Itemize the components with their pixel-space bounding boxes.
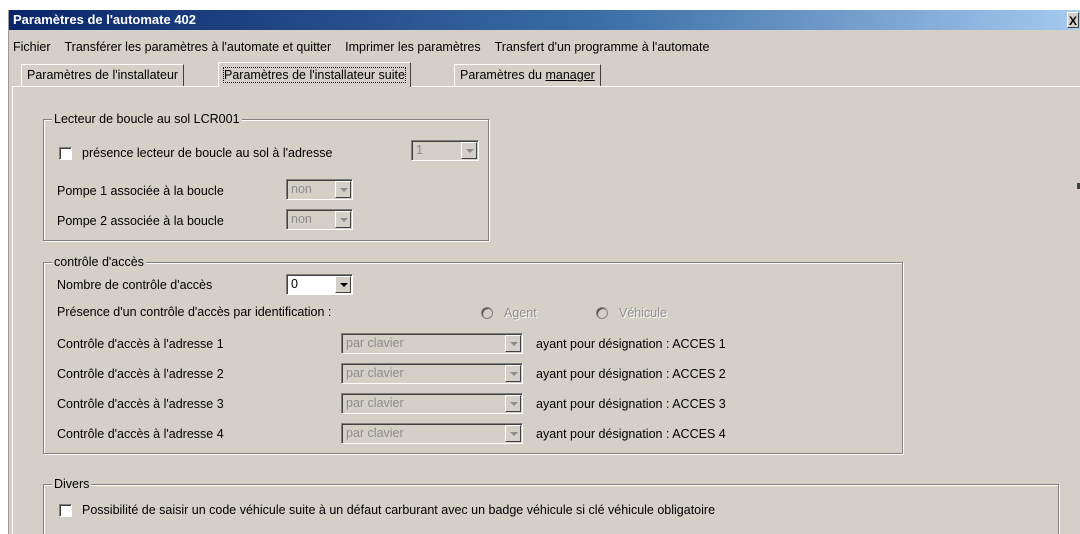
menu-transfer-program[interactable]: Transfert d'un programme à l'automate <box>495 40 710 54</box>
menu-file[interactable]: Fichier <box>13 40 51 54</box>
radio-agent-label: Agent <box>504 306 537 320</box>
close-button[interactable]: X <box>1067 12 1079 28</box>
chevron-down-icon[interactable] <box>335 276 351 293</box>
access-count-label: Nombre de contrôle d'accès <box>57 278 213 292</box>
access-row-2-designation: ayant pour désignation : ACCES 2 <box>536 367 726 381</box>
chevron-down-icon[interactable] <box>505 365 521 382</box>
tab-manager[interactable]: Paramètres du manager <box>454 64 601 86</box>
chevron-down-icon[interactable] <box>335 181 351 198</box>
chevron-down-icon[interactable] <box>505 335 521 352</box>
access-row-4-designation: ayant pour désignation : ACCES 4 <box>536 427 726 441</box>
group-loop-reader: Lecteur de boucle au sol LCR001 présence… <box>43 112 489 241</box>
loop-reader-presence-label: présence lecteur de boucle au sol à l'ad… <box>82 146 333 160</box>
menu-bar: Fichier Transférer les paramètres à l'au… <box>9 37 1080 57</box>
group-access-control: contrôle d'accès Nombre de contrôle d'ac… <box>43 255 903 454</box>
access-row-2-mode-select[interactable]: par clavier <box>341 363 523 384</box>
tab-manager-label-prefix: Paramètres du <box>460 68 546 82</box>
group-loop-reader-title: Lecteur de boucle au sol LCR001 <box>52 112 242 126</box>
group-access-control-title: contrôle d'accès <box>52 255 146 269</box>
radio-vehicle-label: Véhicule <box>619 306 667 320</box>
tab-manager-label: Paramètres du manager <box>460 68 595 82</box>
pump2-value: non <box>291 212 312 226</box>
tab-manager-label-accel: manager <box>545 68 595 82</box>
access-row-1-mode-value: par clavier <box>346 336 404 350</box>
access-row-1-designation: ayant pour désignation : ACCES 1 <box>536 337 726 351</box>
chevron-down-icon[interactable] <box>335 211 351 228</box>
chevron-down-icon[interactable] <box>505 425 521 442</box>
pump1-select[interactable]: non <box>286 179 353 200</box>
access-row-3-mode-value: par clavier <box>346 396 404 410</box>
chevron-down-icon[interactable] <box>461 142 477 159</box>
access-row-1-mode-select[interactable]: par clavier <box>341 333 523 354</box>
access-row-4-mode-value: par clavier <box>346 426 404 440</box>
group-misc: Divers Possibilité de saisir un code véh… <box>43 477 1059 534</box>
pump1-value: non <box>291 182 312 196</box>
vehicle-code-label: Possibilité de saisir un code véhicule s… <box>82 503 716 517</box>
radio-vehicle[interactable] <box>596 307 608 319</box>
radio-agent[interactable] <box>481 307 493 319</box>
access-row-4-label: Contrôle d'accès à l'adresse 4 <box>57 427 224 441</box>
pump2-select[interactable]: non <box>286 209 353 230</box>
menu-print[interactable]: Imprimer les paramètres <box>345 40 480 54</box>
access-count-value: 0 <box>291 277 298 291</box>
tab-page-installer-continued: Lecteur de boucle au sol LCR001 présence… <box>12 86 1080 534</box>
loop-reader-address-select[interactable]: 1 <box>411 140 479 161</box>
chevron-down-icon[interactable] <box>505 395 521 412</box>
access-row-3-mode-select[interactable]: par clavier <box>341 393 523 414</box>
tab-installer[interactable]: Paramètres de l'installateur <box>21 64 185 86</box>
menu-transfer-quit[interactable]: Transférer les paramètres à l'automate e… <box>65 40 332 54</box>
tab-installer-continued-label: Paramètres de l'installateur suite <box>223 67 406 83</box>
tab-installer-label: Paramètres de l'installateur <box>27 68 179 82</box>
access-count-select[interactable]: 0 <box>286 274 353 295</box>
loop-reader-presence-checkbox[interactable] <box>59 147 72 160</box>
pump1-label: Pompe 1 associée à la boucle <box>57 184 224 198</box>
loop-reader-address-value: 1 <box>416 143 423 157</box>
access-row-4-mode-select[interactable]: par clavier <box>341 423 523 444</box>
access-row-3-designation: ayant pour désignation : ACCES 3 <box>536 397 726 411</box>
access-row-2-label: Contrôle d'accès à l'adresse 2 <box>57 367 224 381</box>
group-misc-title: Divers <box>52 477 92 491</box>
access-ident-label: Présence d'un contrôle d'accès par ident… <box>57 305 332 319</box>
window-title: Paramètres de l'automate 402 <box>13 12 197 27</box>
pump2-label: Pompe 2 associée à la boucle <box>57 214 224 228</box>
vehicle-code-checkbox[interactable] <box>59 504 72 517</box>
access-row-1-label: Contrôle d'accès à l'adresse 1 <box>57 337 224 351</box>
access-row-3-label: Contrôle d'accès à l'adresse 3 <box>57 397 224 411</box>
access-row-2-mode-value: par clavier <box>346 366 404 380</box>
tab-installer-continued[interactable]: Paramètres de l'installateur suite <box>218 62 411 87</box>
title-bar[interactable]: Paramètres de l'automate 402 X <box>9 10 1080 30</box>
